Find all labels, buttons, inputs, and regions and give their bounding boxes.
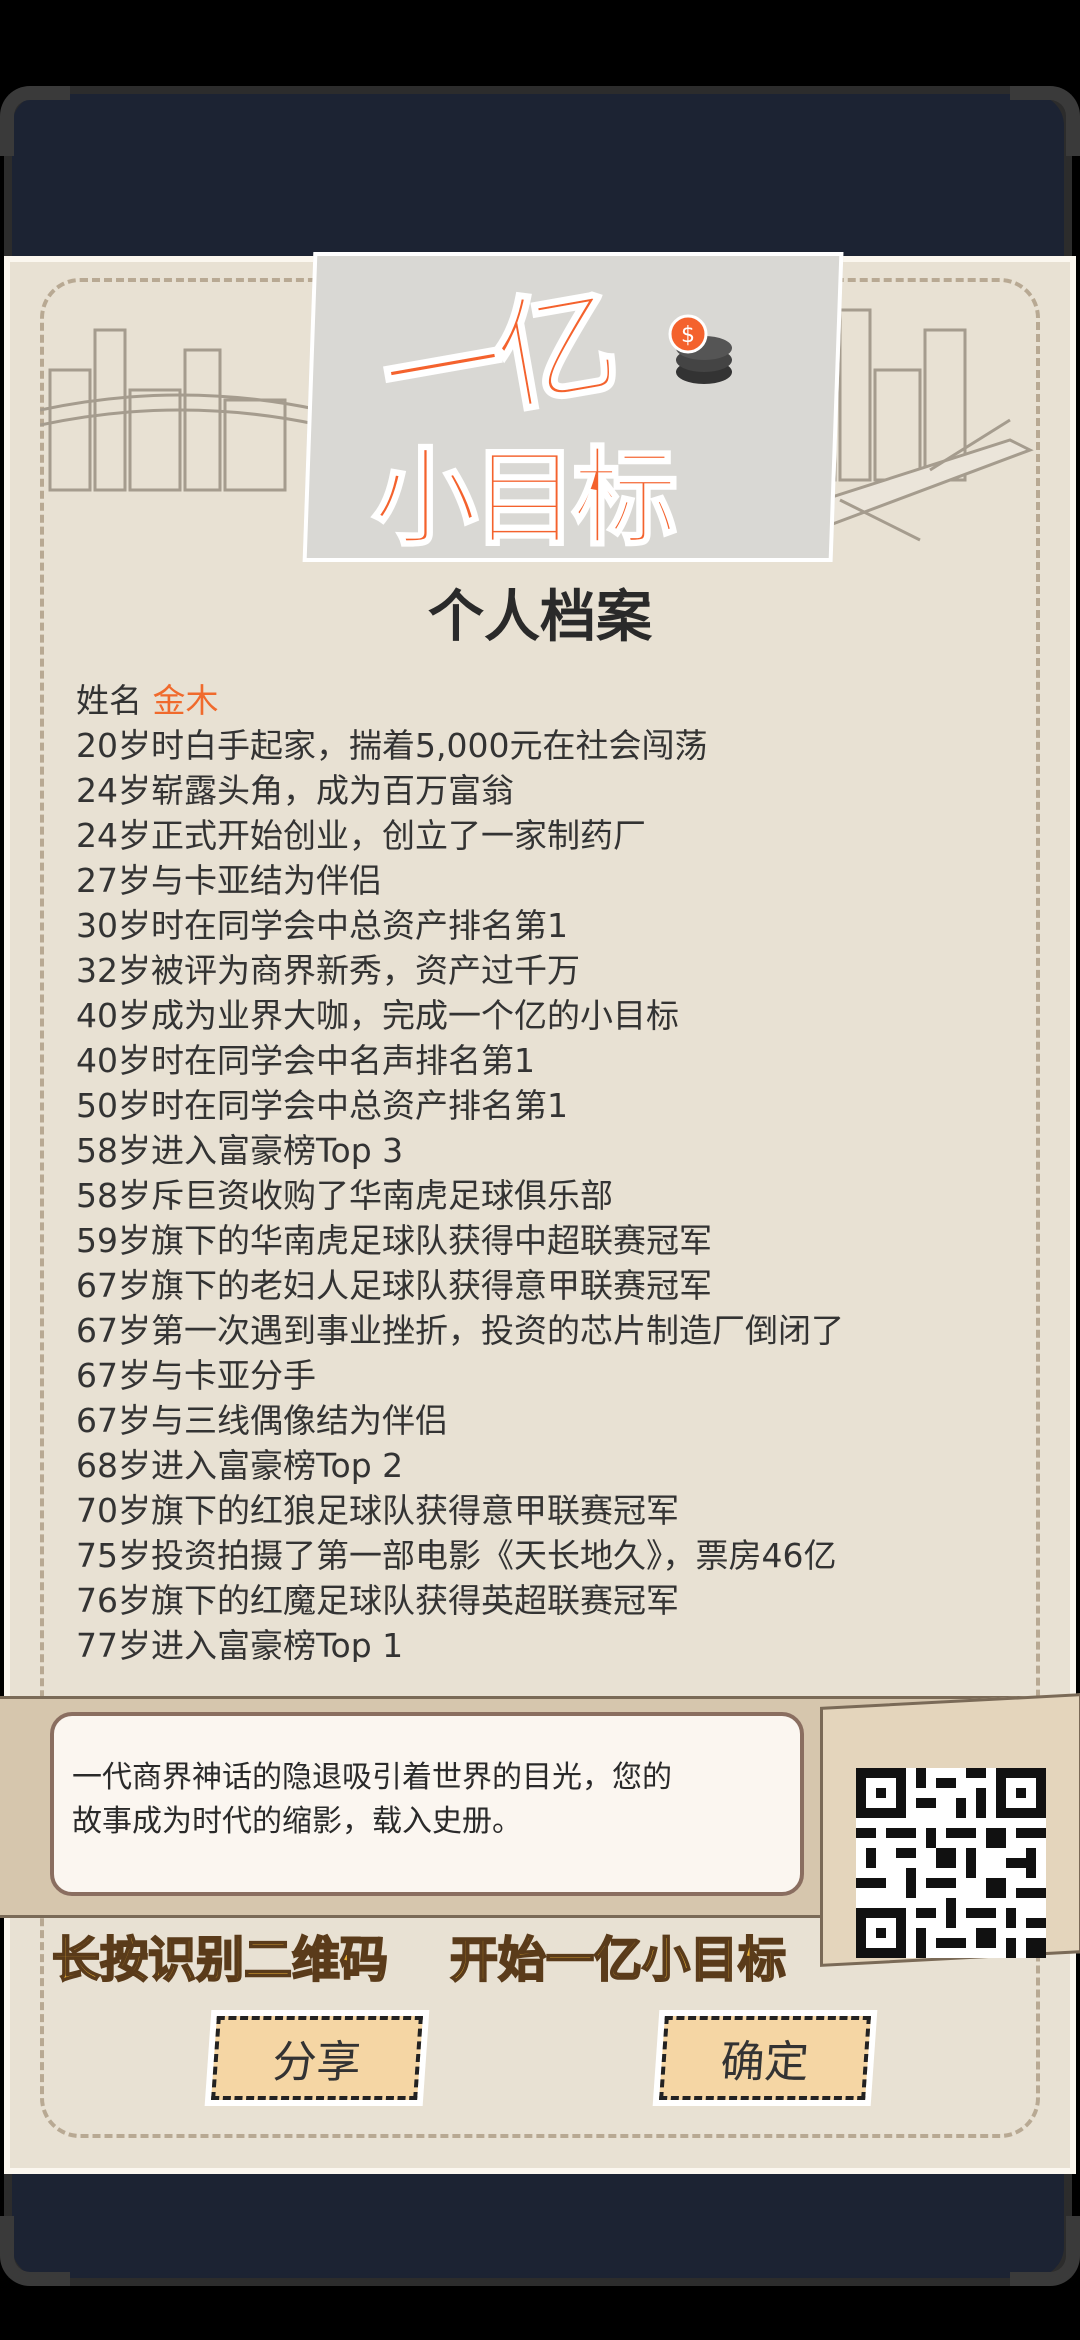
event-item: 76岁旗下的红魔足球队获得英超联赛冠军 — [76, 1581, 679, 1620]
quote-line1: 一代商界神话的隐退吸引着世界的目光，您的 — [72, 1760, 672, 1795]
event-item: 50岁时在同学会中总资产排名第1 — [76, 1086, 568, 1125]
page-title: 个人档案 — [428, 585, 652, 650]
frame-corner — [1010, 86, 1080, 156]
event-item: 67岁与卡亚分手 — [76, 1356, 316, 1395]
event-item: 75岁投资拍摄了第一部电影《天长地久》，票房46亿 — [76, 1536, 837, 1575]
cta-scan-qr: 长按识别二维码 — [51, 1931, 389, 1989]
frame-corner — [0, 2216, 70, 2286]
event-item: 77岁进入富豪榜Top 1 — [76, 1626, 404, 1662]
event-item: 68岁进入富豪榜Top 2 — [76, 1446, 404, 1485]
event-item: 24岁正式开始创业，创立了一家制药厂 — [76, 816, 646, 855]
qr-code-icon[interactable] — [856, 1768, 1046, 1958]
event-item: 70岁旗下的红狼足球队获得意甲联赛冠军 — [76, 1491, 679, 1530]
quote-line2: 故事成为时代的缩影，载入史册。 — [72, 1804, 522, 1839]
frame-corner — [1010, 2216, 1080, 2286]
profile-name-row: 姓名 金木 — [76, 678, 1016, 723]
confirm-button[interactable]: 确定 — [659, 2016, 871, 2100]
event-list[interactable]: 姓名 金木 20岁时白手起家，揣着5,000元在社会闯荡 24岁崭露头角，成为百… — [76, 678, 1016, 1662]
event-item: 40岁时在同学会中名声排名第1 — [76, 1041, 535, 1080]
event-item: 30岁时在同学会中总资产排名第1 — [76, 906, 568, 945]
coins-icon: $ — [668, 314, 732, 384]
quote-box: 一代商界神话的隐退吸引着世界的目光，您的 故事成为时代的缩影，载入史册。 — [50, 1712, 804, 1896]
event-item: 67岁第一次遇到事业挫折，投资的芯片制造厂倒闭了 — [76, 1311, 844, 1350]
logo-title-line2: 小目标 — [371, 436, 680, 562]
event-item: 58岁斥巨资收购了华南虎足球俱乐部 — [76, 1176, 613, 1215]
city-skyline-left — [40, 328, 320, 492]
frame-corner — [0, 86, 70, 156]
event-item: 32岁被评为商界新秀，资产过千万 — [76, 951, 580, 990]
event-item: 40岁成为业界大咖，完成一个亿的小目标 — [76, 996, 679, 1035]
event-item: 67岁旗下的老妇人足球队获得意甲联赛冠军 — [76, 1266, 712, 1305]
name-label: 姓名 — [76, 681, 142, 720]
event-item: 24岁崭露头角，成为百万富翁 — [76, 771, 514, 810]
name-value: 金木 — [152, 681, 219, 720]
event-item: 67岁与三线偶像结为伴侣 — [76, 1401, 448, 1440]
event-item: 27岁与卡亚结为伴侣 — [76, 861, 382, 900]
cta-start-game: 开始一亿小目标 — [449, 1931, 787, 1989]
share-button[interactable]: 分享 — [211, 2016, 423, 2100]
event-item: 58岁进入富豪榜Top 3 — [76, 1131, 404, 1170]
event-item: 20岁时白手起家，揣着5,000元在社会闯荡 — [76, 726, 708, 765]
event-item: 59岁旗下的华南虎足球队获得中超联赛冠军 — [76, 1221, 712, 1260]
svg-text:$: $ — [681, 323, 695, 348]
